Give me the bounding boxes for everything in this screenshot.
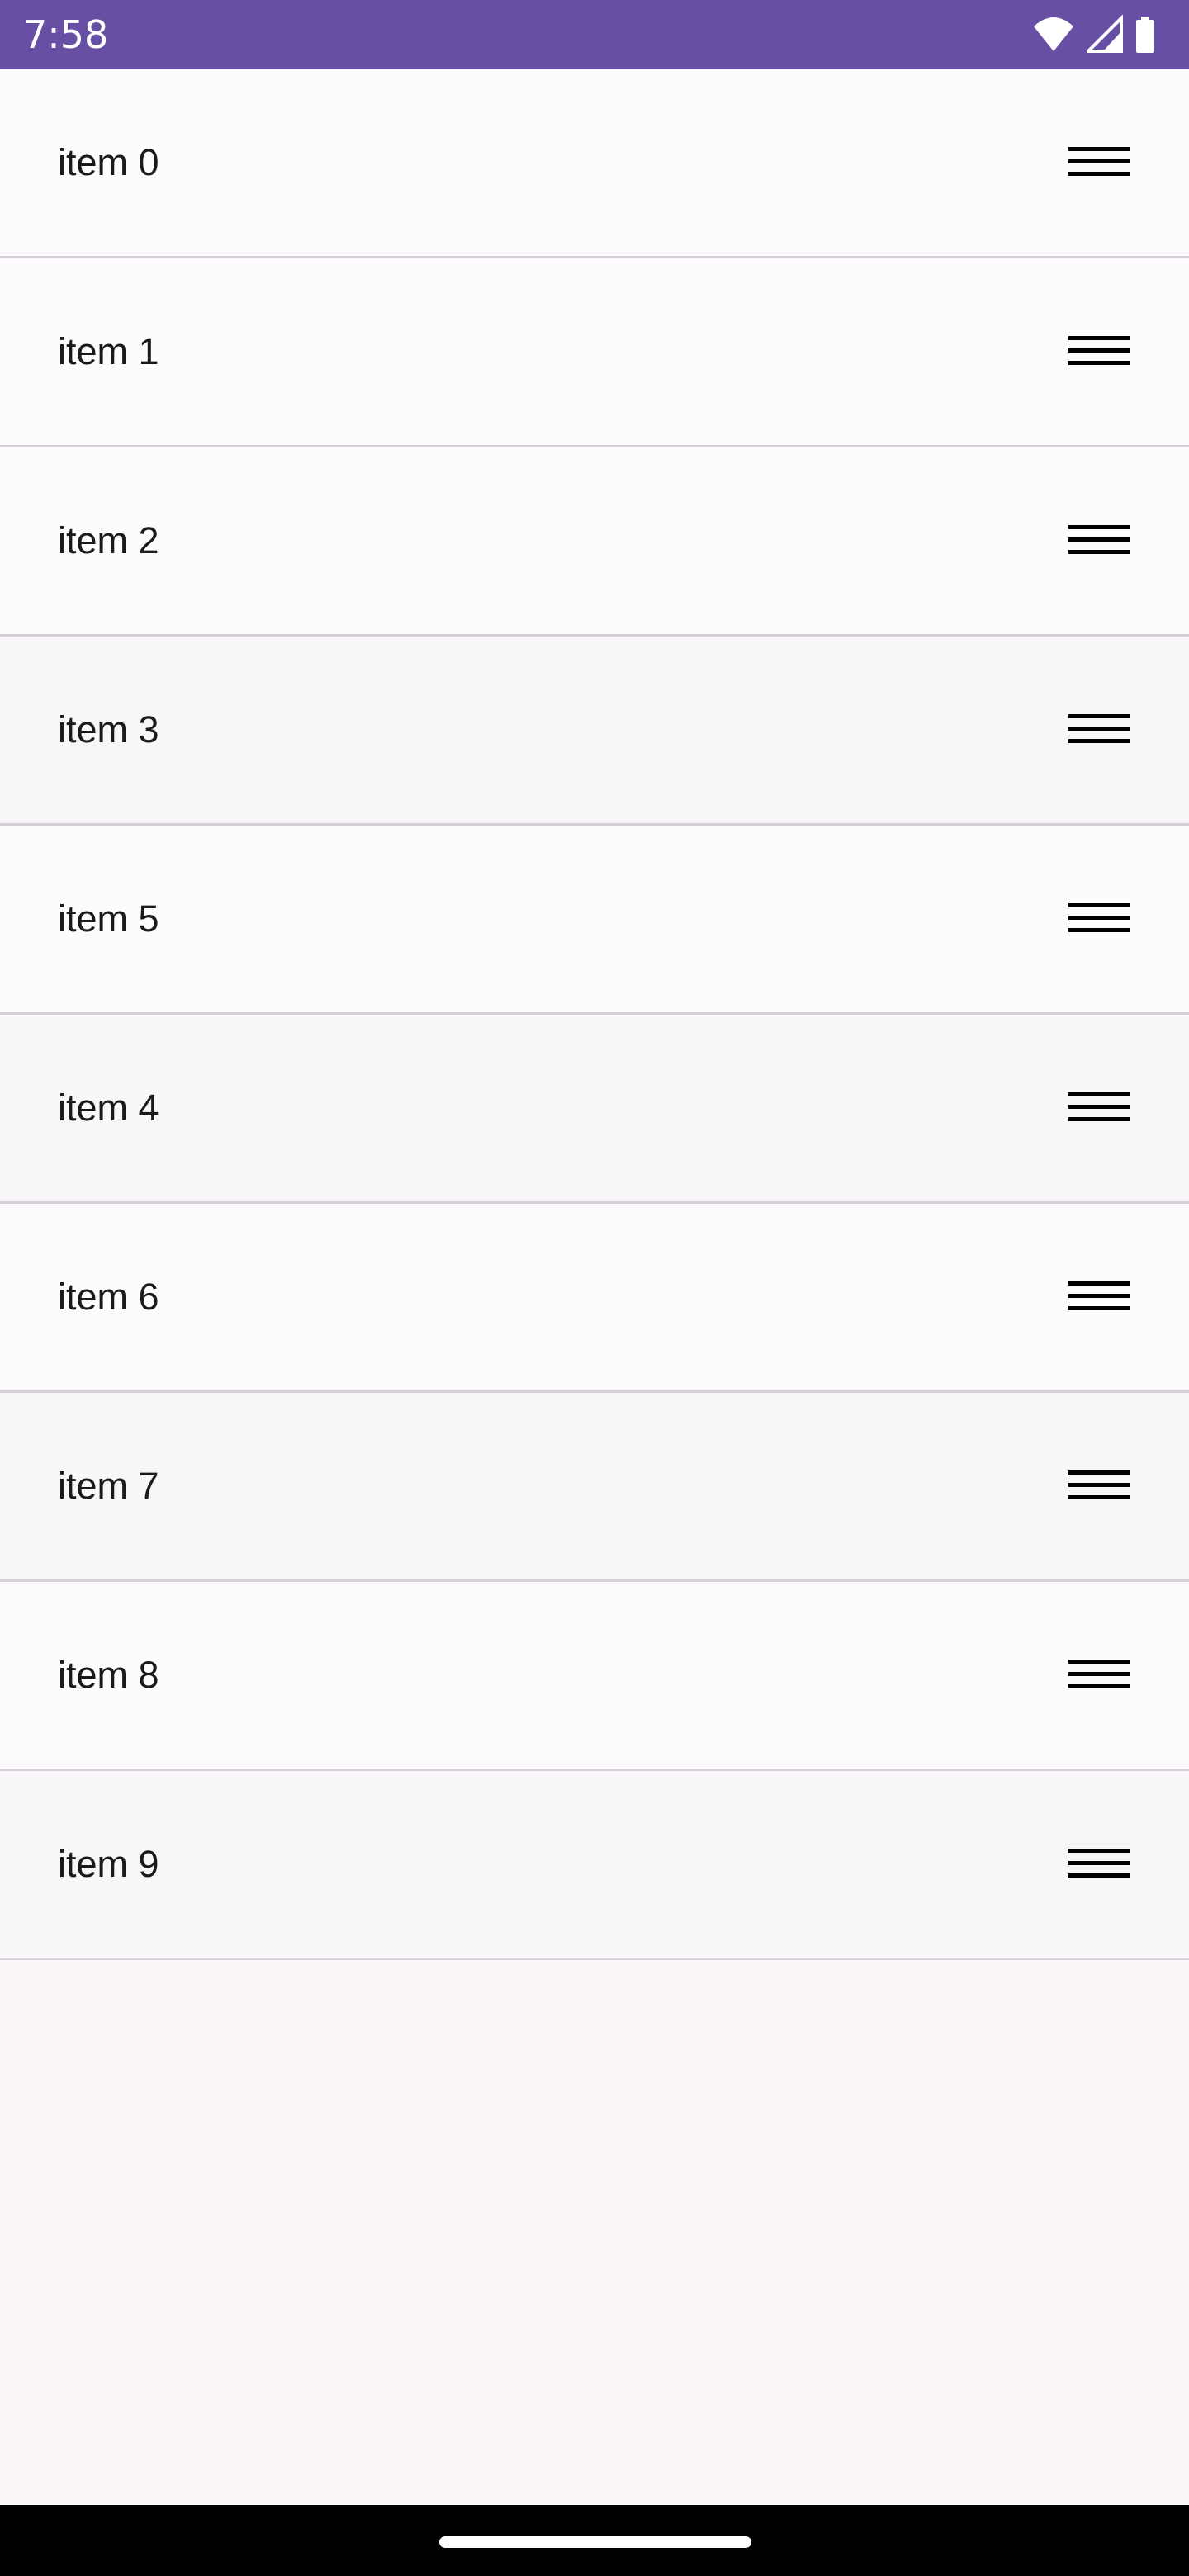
list-item-label: item 5 [58,897,159,940]
battery-icon [1135,15,1156,54]
list-item-label: item 1 [58,330,159,372]
list-item[interactable]: item 2 [0,447,1189,637]
wifi-icon [1032,15,1075,54]
system-navigation-bar [0,2505,1189,2576]
drag-handle-icon[interactable] [1068,142,1130,182]
drag-handle-icon[interactable] [1068,1655,1130,1694]
status-time: 7:58 [23,12,109,57]
list-item-label: item 2 [58,519,159,561]
list-item[interactable]: item 4 [0,1015,1189,1204]
list-item[interactable]: item 7 [0,1393,1189,1582]
reorderable-list: item 0 item 1 item 2 item 3 item 5 item … [0,69,1189,1960]
drag-handle-icon[interactable] [1068,1466,1130,1505]
empty-list-area [0,1960,1189,2505]
list-item-label: item 7 [58,1465,159,1507]
list-item[interactable]: item 0 [0,69,1189,258]
list-item[interactable]: item 3 [0,637,1189,826]
drag-handle-icon[interactable] [1068,331,1130,371]
drag-handle-icon[interactable] [1068,1844,1130,1883]
list-item[interactable]: item 5 [0,826,1189,1015]
drag-handle-icon[interactable] [1068,520,1130,560]
home-gesture-bar[interactable] [439,2536,751,2548]
list-item[interactable]: item 6 [0,1204,1189,1393]
status-bar: 7:58 [0,0,1189,69]
drag-handle-icon[interactable] [1068,709,1130,749]
cellular-signal-icon [1084,14,1123,54]
drag-handle-icon[interactable] [1068,1087,1130,1127]
list-item-label: item 8 [58,1654,159,1696]
drag-handle-icon[interactable] [1068,898,1130,938]
list-item[interactable]: item 8 [0,1582,1189,1771]
list-item-label: item 3 [58,708,159,751]
list-item[interactable]: item 1 [0,258,1189,447]
status-icons [1032,14,1156,54]
drag-handle-icon[interactable] [1068,1276,1130,1316]
list-item-label: item 6 [58,1276,159,1318]
list-item[interactable]: item 9 [0,1771,1189,1960]
list-item-label: item 4 [58,1087,159,1129]
list-item-label: item 9 [58,1843,159,1885]
list-item-label: item 0 [58,141,159,183]
